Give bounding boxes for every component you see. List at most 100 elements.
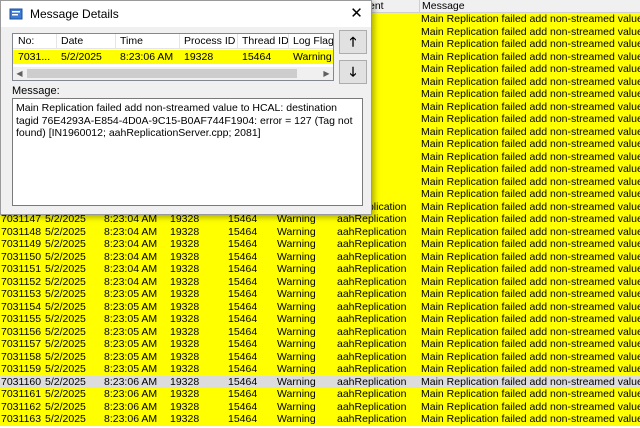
row-thread-id: 15464 — [228, 375, 258, 388]
row-message: Main Replication failed add non-streamed… — [421, 25, 640, 38]
grid-header-time[interactable]: Time — [120, 34, 143, 48]
dialog-titlebar[interactable]: Message Details ✕ — [1, 1, 371, 27]
col-header-message[interactable]: Message — [422, 0, 465, 12]
row-no: 7031157 — [1, 338, 42, 350]
grid-header-date[interactable]: Date — [61, 34, 83, 48]
row-date: 5/2/2025 — [45, 263, 86, 275]
row-date: 5/2/2025 — [45, 350, 86, 363]
grid-col-separator[interactable] — [237, 34, 238, 48]
grid-col-separator[interactable] — [288, 34, 289, 48]
table-row[interactable]: 7031161 5/2/2025 8:23:06 AM 19328 15464 Warni… — [0, 388, 640, 401]
row-no: 7031159 — [1, 363, 42, 375]
row-time: 8:23:05 AM — [104, 338, 158, 350]
row-message: Main Replication failed add non-streamed… — [421, 363, 640, 375]
row-date: 5/2/2025 — [45, 338, 86, 350]
row-process-id: 19328 — [170, 238, 200, 250]
row-message: Main Replication failed add non-streamed… — [421, 75, 640, 88]
row-no: 7031155 — [1, 313, 42, 325]
row-thread-id: 15464 — [228, 400, 258, 413]
grid-header-log-flag[interactable]: Log Flag — [293, 34, 333, 48]
row-message: Main Replication failed add non-streamed… — [421, 275, 640, 288]
col-separator[interactable] — [419, 0, 420, 12]
row-message: Main Replication failed add non-streamed… — [421, 238, 640, 250]
arrow-down-icon: 🡓 — [349, 64, 357, 79]
grid-col-separator[interactable] — [115, 34, 116, 48]
grid-header-process-id[interactable]: Process ID — [184, 34, 235, 48]
grid-header-thread-id[interactable]: Thread ID — [242, 34, 289, 48]
table-row[interactable]: 7031153 5/2/2025 8:23:05 AM 19328 15464 Warni… — [0, 288, 640, 301]
detail-grid[interactable]: No: Date Time Process ID Thread ID Log F… — [12, 33, 334, 81]
grid-col-separator[interactable] — [179, 34, 180, 48]
row-component: aahReplication — [337, 363, 407, 375]
row-component: aahReplication — [337, 325, 407, 338]
grid-cell-date: 5/2/2025 — [61, 51, 102, 63]
row-component: aahReplication — [337, 338, 407, 350]
row-no: 7031160 — [1, 375, 42, 388]
row-message: Main Replication failed add non-streamed… — [421, 313, 640, 325]
row-time: 8:23:05 AM — [104, 363, 158, 375]
row-message: Main Replication failed add non-streamed… — [421, 288, 640, 300]
table-row[interactable]: 7031162 5/2/2025 8:23:06 AM 19328 15464 Warni… — [0, 400, 640, 413]
row-component: aahReplication — [337, 263, 407, 275]
table-row[interactable]: 7031158 5/2/2025 8:23:05 AM 19328 15464 Warni… — [0, 350, 640, 363]
table-row[interactable]: 7031159 5/2/2025 8:23:05 AM 19328 15464 Warni… — [0, 363, 640, 376]
table-row[interactable]: 7031160 5/2/2025 8:23:06 AM 19328 15464 Warni… — [0, 375, 640, 388]
row-date: 5/2/2025 — [45, 388, 86, 400]
row-message: Main Replication failed add non-streamed… — [421, 225, 640, 238]
row-log-flag: Warning — [277, 275, 316, 288]
table-row[interactable]: 7031151 5/2/2025 8:23:04 AM 19328 15464 Warni… — [0, 263, 640, 276]
row-message: Main Replication failed add non-streamed… — [421, 13, 640, 25]
table-row[interactable]: 7031150 5/2/2025 8:23:04 AM 19328 15464 Warni… — [0, 250, 640, 263]
row-log-flag: Warning — [277, 338, 316, 350]
scroll-right-icon[interactable]: ▶ — [320, 67, 333, 80]
row-message: Main Replication failed add non-streamed… — [421, 300, 640, 313]
table-row[interactable]: 7031149 5/2/2025 8:23:04 AM 19328 15464 Warni… — [0, 238, 640, 251]
table-row[interactable]: 7031154 5/2/2025 8:23:05 AM 19328 15464 Warni… — [0, 300, 640, 313]
scroll-left-icon[interactable]: ◀ — [13, 67, 26, 80]
row-process-id: 19328 — [170, 400, 200, 413]
row-no: 7031153 — [1, 288, 42, 300]
close-icon: ✕ — [350, 5, 363, 22]
row-message: Main Replication failed add non-streamed… — [421, 200, 640, 213]
row-thread-id: 15464 — [228, 263, 258, 275]
previous-message-button[interactable]: 🡑 — [339, 30, 367, 54]
row-component: aahReplication — [337, 300, 407, 313]
row-log-flag: Warning — [277, 350, 316, 363]
grid-header-no[interactable]: No: — [18, 34, 34, 48]
row-message: Main Replication failed add non-streamed… — [421, 113, 640, 125]
row-log-flag: Warning — [277, 413, 316, 425]
table-row[interactable]: 7031156 5/2/2025 8:23:05 AM 19328 15464 Warni… — [0, 325, 640, 338]
row-no: 7031154 — [1, 300, 42, 313]
row-time: 8:23:04 AM — [104, 250, 158, 263]
row-time: 8:23:06 AM — [104, 375, 158, 388]
row-process-id: 19328 — [170, 250, 200, 263]
table-row[interactable]: 7031148 5/2/2025 8:23:04 AM 19328 15464 Warni… — [0, 225, 640, 238]
table-row[interactable]: 7031152 5/2/2025 8:23:04 AM 19328 15464 Warni… — [0, 275, 640, 288]
grid-row[interactable]: 7031... 5/2/2025 8:23:06 AM 19328 15464 … — [13, 50, 333, 64]
row-message: Main Replication failed add non-streamed… — [421, 50, 640, 63]
grid-col-separator[interactable] — [56, 34, 57, 48]
close-button[interactable]: ✕ — [342, 1, 371, 27]
row-thread-id: 15464 — [228, 275, 258, 288]
row-thread-id: 15464 — [228, 363, 258, 375]
row-log-flag: Warning — [277, 388, 316, 400]
row-log-flag: Warning — [277, 238, 316, 250]
table-row[interactable]: 7031155 5/2/2025 8:23:05 AM 19328 15464 Warni… — [0, 313, 640, 326]
row-message: Main Replication failed add non-streamed… — [421, 88, 640, 100]
row-thread-id: 15464 — [228, 325, 258, 338]
row-message: Main Replication failed add non-streamed… — [421, 38, 640, 50]
scroll-thumb[interactable] — [27, 69, 297, 78]
table-row[interactable]: 7031157 5/2/2025 8:23:05 AM 19328 15464 Warni… — [0, 338, 640, 351]
next-message-button[interactable]: 🡓 — [339, 60, 367, 84]
row-thread-id: 15464 — [228, 238, 258, 250]
row-time: 8:23:05 AM — [104, 300, 158, 313]
row-date: 5/2/2025 — [45, 413, 86, 425]
row-date: 5/2/2025 — [45, 288, 86, 300]
row-message: Main Replication failed add non-streamed… — [421, 213, 640, 225]
grid-cell-thread-id: 15464 — [242, 51, 272, 63]
table-row[interactable]: 7031163 5/2/2025 8:23:06 AM 19328 15464 Warni… — [0, 413, 640, 426]
row-process-id: 19328 — [170, 300, 200, 313]
row-date: 5/2/2025 — [45, 225, 86, 238]
horizontal-scrollbar[interactable]: ◀ ▶ — [13, 67, 333, 80]
message-textbox[interactable]: Main Replication failed add non-streamed… — [12, 98, 363, 206]
